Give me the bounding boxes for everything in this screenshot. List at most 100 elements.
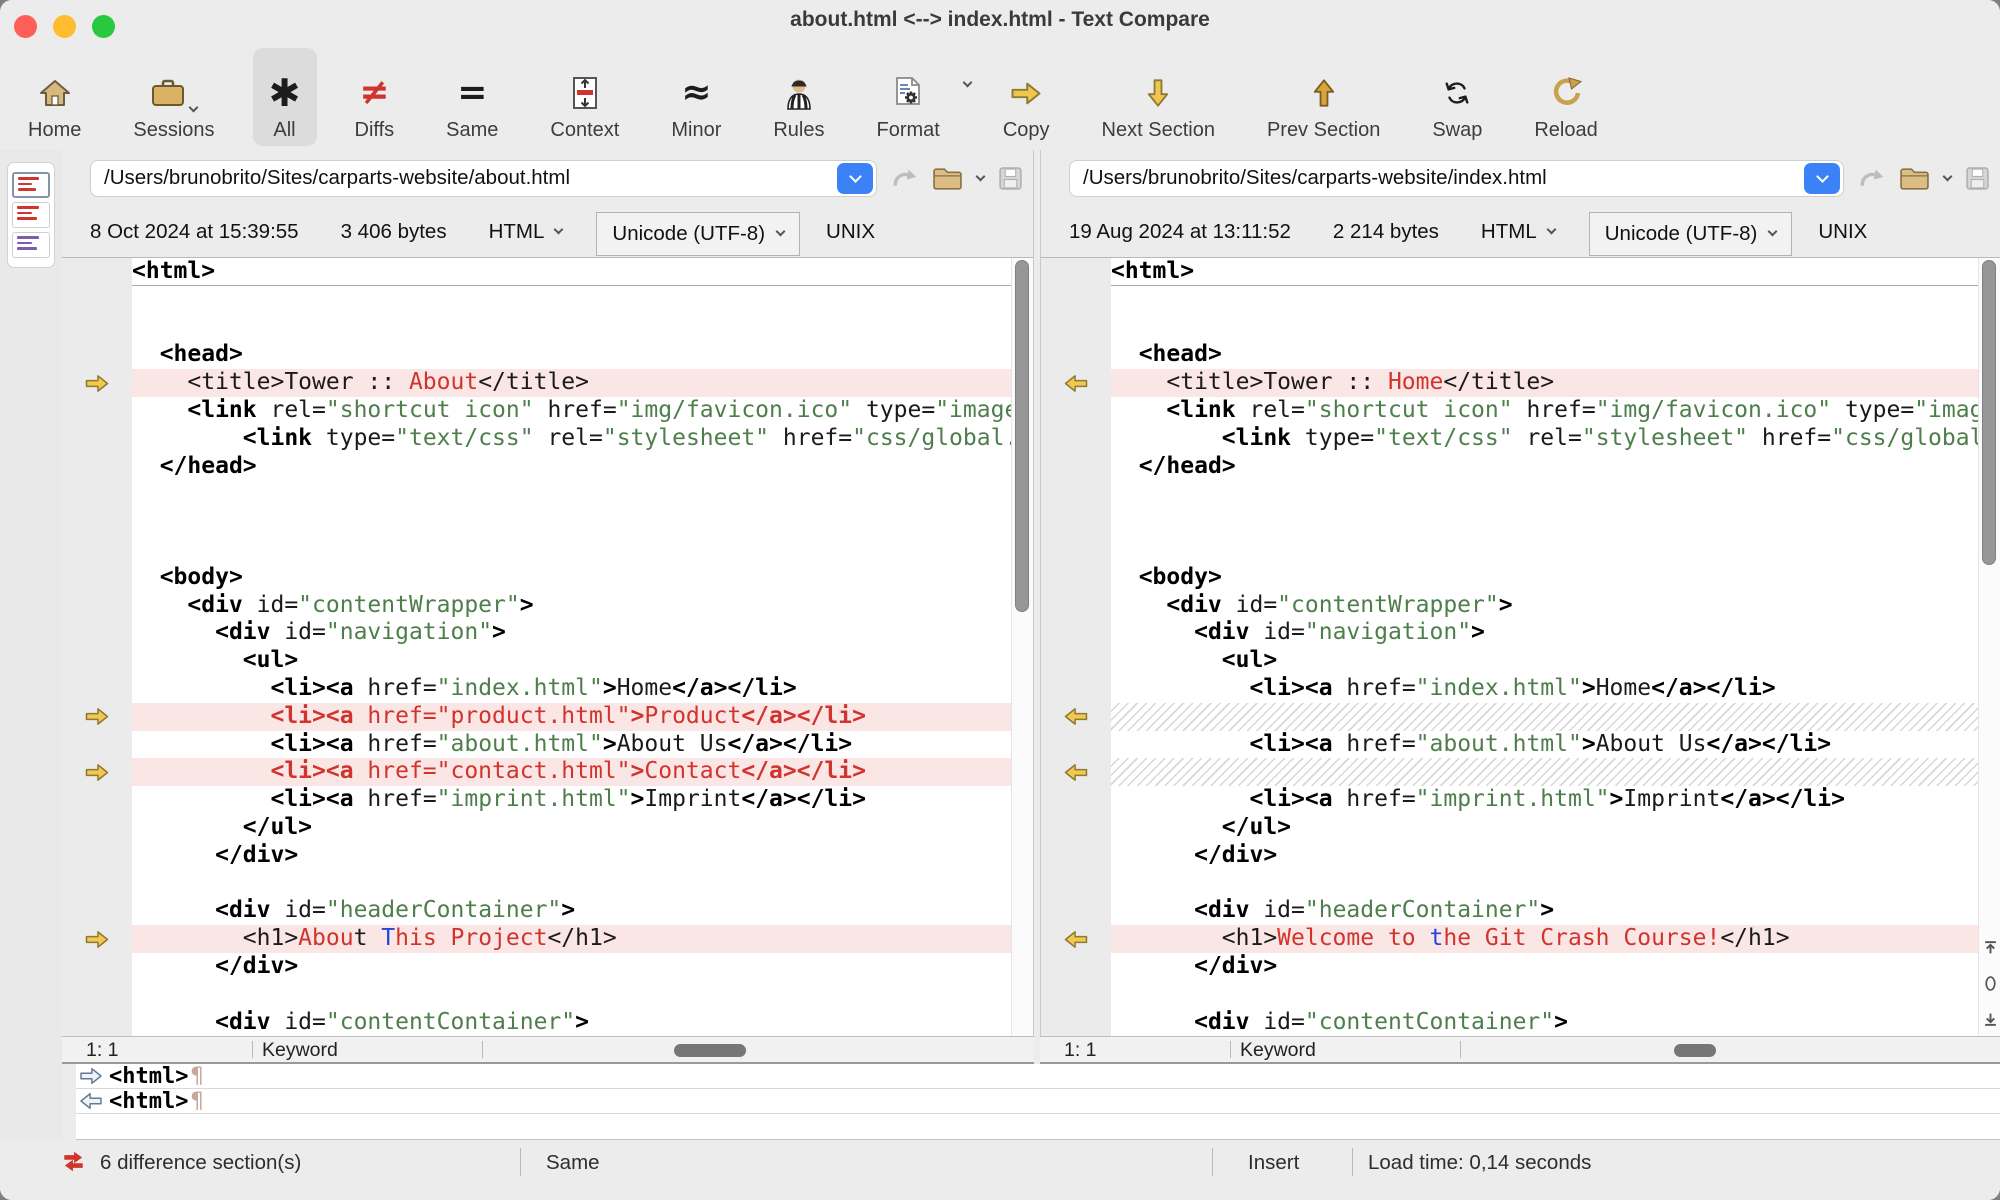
divider	[1230, 1041, 1231, 1058]
diff-right-arrow-icon[interactable]	[62, 703, 132, 731]
toolbar-item-next-section[interactable]: Next Section	[1088, 48, 1229, 146]
left-encoding-dropdown[interactable]: Unicode (UTF-8)	[596, 212, 800, 256]
pilcrow-mark: ¶	[190, 1089, 203, 1114]
left-path-field[interactable]: /Users/brunobrito/Sites/carparts-website…	[90, 160, 877, 197]
chevron-down-icon[interactable]	[1943, 171, 1953, 181]
code-line-row: <li><a href="imprint.html">Imprint</a></…	[1111, 786, 1978, 814]
left-code-area: <html> <head> <title>Tower :: About</tit…	[62, 258, 1033, 1036]
diff-left-arrow-icon[interactable]	[1041, 925, 1111, 953]
left-diff-gutter	[62, 258, 132, 1036]
diff-line-row: <h1>Welcome to the Git Crash Course!</h1…	[1111, 925, 1978, 953]
left-format-dropdown[interactable]: HTML	[489, 220, 563, 244]
open-folder-button[interactable]	[932, 166, 963, 191]
position-indicator[interactable]	[1981, 974, 1999, 992]
toolbar-item-sessions[interactable]: Sessions	[119, 48, 228, 146]
toolbar-item-label: Copy	[1003, 119, 1050, 142]
comparison-thumbnail-3[interactable]	[12, 232, 50, 258]
line-detail-right[interactable]: <html> ¶	[76, 1089, 2000, 1114]
right-diff-gutter	[1041, 258, 1111, 1036]
left-horizontal-scrollbar[interactable]	[674, 1044, 746, 1057]
minor-icon: ≈	[681, 69, 711, 117]
toolbar-item-label: Prev Section	[1267, 119, 1380, 142]
code-line-row: </head>	[1111, 453, 1978, 481]
toolbar-item-context[interactable]: Context	[536, 48, 633, 146]
code-line-row	[132, 981, 1011, 1009]
right-line-ending: UNIX	[1818, 220, 1867, 244]
comparison-thumbnail-2[interactable]	[12, 202, 50, 228]
code-line-row	[132, 314, 1011, 342]
diffs-icon: ≠	[359, 69, 389, 117]
left-vertical-scrollbar[interactable]	[1011, 258, 1033, 1036]
code-line-row	[132, 480, 1011, 508]
code-line-row: <div id="contentContainer">	[1111, 1009, 1978, 1036]
toolbar-item-format[interactable]: Format	[863, 48, 954, 146]
right-arrow-icon	[79, 1066, 103, 1086]
gutter-row	[1041, 508, 1111, 536]
toolbar-item-same[interactable]: =Same	[432, 48, 512, 146]
right-horizontal-scrollbar[interactable]	[1674, 1044, 1716, 1057]
toolbar-item-prev-section[interactable]: Prev Section	[1253, 48, 1394, 146]
diff-left-arrow-icon[interactable]	[1041, 703, 1111, 731]
diff-right-arrow-icon[interactable]	[62, 369, 132, 397]
toolbar-item-label: Diffs	[355, 119, 395, 142]
redo-icon[interactable]	[891, 166, 918, 191]
gutter-row	[1041, 786, 1111, 814]
right-path-field[interactable]: /Users/brunobrito/Sites/carparts-website…	[1069, 160, 1844, 197]
all-icon: ✱	[269, 69, 301, 117]
vertical-scrollbar-thumb[interactable]	[1982, 260, 1996, 565]
diff-right-arrow-icon[interactable]	[62, 758, 132, 786]
right-format-dropdown[interactable]: HTML	[1481, 220, 1555, 244]
statusbar: 6 difference section(s) Same Insert Load…	[0, 1140, 2000, 1200]
chevron-down-icon	[849, 170, 862, 183]
right-path-dropdown-button[interactable]	[1804, 163, 1840, 194]
gutter-row	[62, 953, 132, 981]
code-line-row: <ul>	[1111, 647, 1978, 675]
comparison-thumbnail-1[interactable]	[12, 172, 50, 198]
left-code-lines[interactable]: <html> <head> <title>Tower :: About</tit…	[132, 258, 1011, 1036]
titlebar: about.html <--> index.html - Text Compar…	[0, 0, 2000, 44]
gutter-row	[1041, 647, 1111, 675]
save-icon[interactable]	[998, 166, 1023, 191]
chevron-down-icon	[1546, 225, 1556, 235]
toolbar-item-copy[interactable]: Copy	[989, 48, 1064, 146]
right-vertical-scrollbar[interactable]	[1978, 258, 2000, 1036]
gutter-row	[62, 870, 132, 898]
gutter-row	[62, 425, 132, 453]
toolbar-item-minor[interactable]: ≈Minor	[657, 48, 735, 146]
toolbar-item-diffs[interactable]: ≠Diffs	[341, 48, 409, 146]
line-detail-left[interactable]: <html> ¶	[76, 1064, 2000, 1089]
toolbar-item-swap[interactable]: Swap	[1418, 48, 1496, 146]
rules-icon	[782, 69, 816, 117]
prev-difference-button[interactable]	[1981, 938, 1999, 956]
toolbar-item-reload[interactable]: Reload	[1520, 48, 1611, 146]
toolbar-item-rules[interactable]: Rules	[759, 48, 838, 146]
save-icon[interactable]	[1965, 166, 1990, 191]
chevron-down-icon[interactable]	[976, 171, 986, 181]
diff-right-arrow-icon[interactable]	[62, 925, 132, 953]
next-difference-button[interactable]	[1981, 1010, 1999, 1028]
toolbar-item-all[interactable]: ✱All	[253, 48, 317, 146]
toolbar-item-home[interactable]: Home	[14, 48, 95, 146]
code-line-row: </ul>	[1111, 814, 1978, 842]
toolbar-item-label: All	[273, 119, 295, 142]
missing-line-row	[1111, 703, 1978, 731]
code-line-row: <link rel="shortcut icon" href="img/favi…	[1111, 397, 1978, 425]
diff-line-row: <title>Tower :: About</title>	[132, 369, 1011, 397]
diff-left-arrow-icon[interactable]	[1041, 369, 1111, 397]
format-chevron-down-icon[interactable]	[964, 48, 971, 146]
right-file-size: 2 214 bytes	[1333, 220, 1439, 244]
gutter-row	[1041, 564, 1111, 592]
right-pane-statusbar: 1: 1 Keyword	[1040, 1036, 2000, 1064]
diff-left-arrow-icon[interactable]	[1041, 758, 1111, 786]
right-path-row: /Users/brunobrito/Sites/carparts-website…	[1041, 150, 2000, 206]
code-line-row: </div>	[1111, 953, 1978, 981]
left-path-dropdown-button[interactable]	[837, 163, 873, 194]
code-line-row: <html>	[132, 258, 1011, 286]
redo-icon[interactable]	[1858, 166, 1885, 191]
right-encoding-dropdown[interactable]: Unicode (UTF-8)	[1589, 212, 1793, 256]
right-code-lines[interactable]: <html> <head> <title>Tower :: Home</titl…	[1111, 258, 1978, 1036]
vertical-scrollbar-thumb[interactable]	[1015, 260, 1029, 612]
right-file-path: /Users/brunobrito/Sites/carparts-website…	[1070, 166, 1801, 190]
gutter-row	[62, 814, 132, 842]
open-folder-button[interactable]	[1899, 166, 1930, 191]
